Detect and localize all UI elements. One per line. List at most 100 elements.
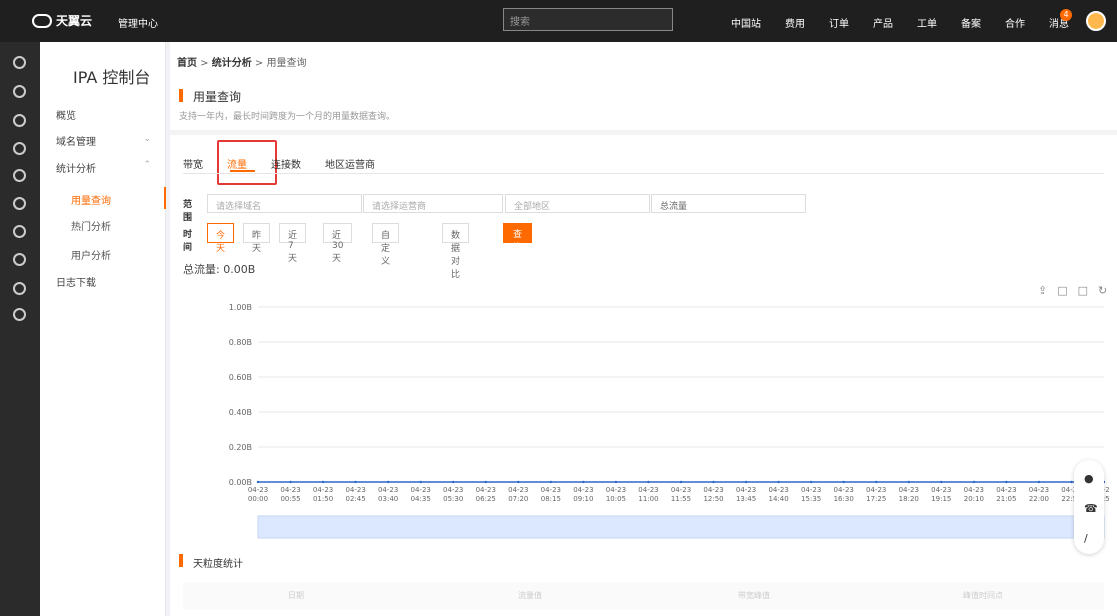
product-icon[interactable] xyxy=(13,169,26,182)
y-tick-label: 0.80B xyxy=(229,338,252,347)
sidebar: IPA 控制台 概览 域名管理 ⌄ 统计分析 ⌃ 用量查询 热门分析 用户分析 … xyxy=(40,42,166,616)
edit-icon[interactable]: / xyxy=(1084,532,1094,545)
product-rail xyxy=(0,42,40,616)
product-icon[interactable] xyxy=(13,197,26,210)
x-tick-label: 04-23 15:35 xyxy=(801,486,821,503)
nav-station[interactable]: 中国站 xyxy=(731,15,761,30)
x-tick-label: 04-23 06:25 xyxy=(476,486,496,503)
data-point[interactable] xyxy=(809,480,813,484)
nav-partners[interactable]: 合作 xyxy=(1005,15,1025,30)
x-tick-label: 04-23 17:25 xyxy=(866,486,886,503)
header-date: 日期 xyxy=(288,591,304,600)
nav-products[interactable]: 产品 xyxy=(873,15,893,30)
tab-divider xyxy=(183,173,1104,174)
x-tick-label: 04-23 01:50 xyxy=(313,486,333,503)
tab-traffic[interactable]: 流量 xyxy=(227,156,247,171)
sidebar-item-users[interactable]: 用户分析 xyxy=(71,247,111,262)
brand-name: 天翼云 xyxy=(56,14,93,28)
data-point[interactable] xyxy=(1037,480,1041,484)
isp-select[interactable]: 请选择运营商 xyxy=(363,194,503,213)
region-select[interactable]: 全部地区 xyxy=(505,194,650,213)
product-icon[interactable] xyxy=(13,114,26,127)
data-point[interactable] xyxy=(1070,480,1073,484)
page-title: 用量查询 xyxy=(193,90,242,104)
metric-select[interactable]: 总流量 xyxy=(651,194,806,213)
data-point[interactable] xyxy=(582,480,585,484)
data-point[interactable] xyxy=(907,480,910,484)
tab-bandwidth[interactable]: 带宽 xyxy=(183,156,203,171)
data-point[interactable] xyxy=(256,480,260,484)
nav-tickets[interactable]: 工单 xyxy=(917,15,937,30)
active-tab-underline xyxy=(230,170,255,172)
today-button[interactable]: 今天 xyxy=(207,223,235,254)
domain-select[interactable]: 请选择域名 xyxy=(207,194,362,213)
chat-icon[interactable]: ● xyxy=(1084,472,1094,485)
sidebar-item-overview[interactable]: 概览 xyxy=(56,107,76,122)
data-point[interactable] xyxy=(386,480,390,484)
product-icon[interactable] xyxy=(13,56,26,69)
search-input[interactable]: 搜索 xyxy=(503,8,673,31)
data-point[interactable] xyxy=(289,480,292,484)
product-icon[interactable] xyxy=(13,225,26,238)
data-point[interactable] xyxy=(842,480,845,484)
console-link[interactable]: 管理中心 xyxy=(118,15,158,30)
data-point[interactable] xyxy=(549,480,553,484)
chevron-up-icon[interactable]: ⌃ xyxy=(143,160,151,170)
chevron-down-icon[interactable]: ⌄ xyxy=(143,134,151,144)
header-peak-bandwidth: 带宽峰值 xyxy=(738,591,770,600)
phone-icon[interactable]: ☎ xyxy=(1084,502,1098,515)
data-point[interactable] xyxy=(321,480,325,484)
nav-filing[interactable]: 备案 xyxy=(961,15,981,30)
compare-button[interactable]: 数据对比 xyxy=(442,223,470,280)
data-point[interactable] xyxy=(419,480,422,484)
nav-orders[interactable]: 订单 xyxy=(829,15,849,30)
sidebar-item-hot[interactable]: 热门分析 xyxy=(71,218,111,233)
data-point[interactable] xyxy=(484,480,487,484)
breadcrumb-statistics[interactable]: 统计分析 xyxy=(212,58,252,69)
traffic-chart[interactable]: 1.00B0.80B0.60B0.40B0.20B0.00B04-23 00:00… xyxy=(210,292,1110,552)
range-label: 范围 xyxy=(183,200,193,223)
product-icon[interactable] xyxy=(13,282,26,295)
last-7-days-button[interactable]: 近7天 xyxy=(279,223,307,264)
x-tick-label: 04-23 04:35 xyxy=(411,486,431,503)
data-point[interactable] xyxy=(647,480,650,484)
data-point[interactable] xyxy=(875,480,878,484)
data-point[interactable] xyxy=(614,480,618,484)
data-point[interactable] xyxy=(1005,480,1008,484)
product-icon[interactable] xyxy=(13,253,26,266)
tab-connections[interactable]: 连接数 xyxy=(271,156,301,171)
yesterday-button[interactable]: 昨天 xyxy=(243,223,271,254)
sidebar-item-logs[interactable]: 日志下载 xyxy=(56,274,96,289)
nav-billing[interactable]: 费用 xyxy=(785,15,805,30)
total-value: 0.00B xyxy=(223,263,256,276)
data-point[interactable] xyxy=(354,480,357,484)
tab-region-isp[interactable]: 地区运营商 xyxy=(325,156,375,171)
breadcrumb: 首页 > 统计分析 > 用量查询 xyxy=(177,58,307,69)
data-point[interactable] xyxy=(744,480,748,484)
product-icon[interactable] xyxy=(13,142,26,155)
last-30-days-button[interactable]: 近30天 xyxy=(323,223,353,264)
data-point[interactable] xyxy=(940,480,943,484)
sidebar-item-domains[interactable]: 域名管理 xyxy=(56,133,96,148)
zoom-slider[interactable] xyxy=(257,515,1105,539)
breadcrumb-home[interactable]: 首页 xyxy=(177,58,197,69)
query-button[interactable]: 查询 xyxy=(503,223,533,253)
data-point[interactable] xyxy=(972,480,976,484)
data-point[interactable] xyxy=(452,480,455,484)
x-tick-label: 04-23 03:40 xyxy=(378,486,398,503)
product-icon[interactable] xyxy=(13,85,26,98)
y-tick-label: 0.60B xyxy=(229,373,252,382)
brand-logo[interactable]: 天翼云 xyxy=(32,12,92,29)
data-point[interactable] xyxy=(777,480,780,484)
x-tick-label: 04-23 19:15 xyxy=(931,486,951,503)
data-point[interactable] xyxy=(679,480,683,484)
sidebar-item-usage[interactable]: 用量查询 xyxy=(71,192,111,207)
data-point[interactable] xyxy=(517,480,520,484)
sidebar-item-statistics[interactable]: 统计分析 xyxy=(56,160,96,175)
avatar[interactable] xyxy=(1086,11,1106,31)
product-icon[interactable] xyxy=(13,308,26,321)
total-label: 总流量: xyxy=(183,263,220,276)
data-point[interactable] xyxy=(712,480,715,484)
x-tick-label: 04-23 07:20 xyxy=(508,486,528,503)
custom-range-button[interactable]: 自定义 xyxy=(372,223,400,267)
